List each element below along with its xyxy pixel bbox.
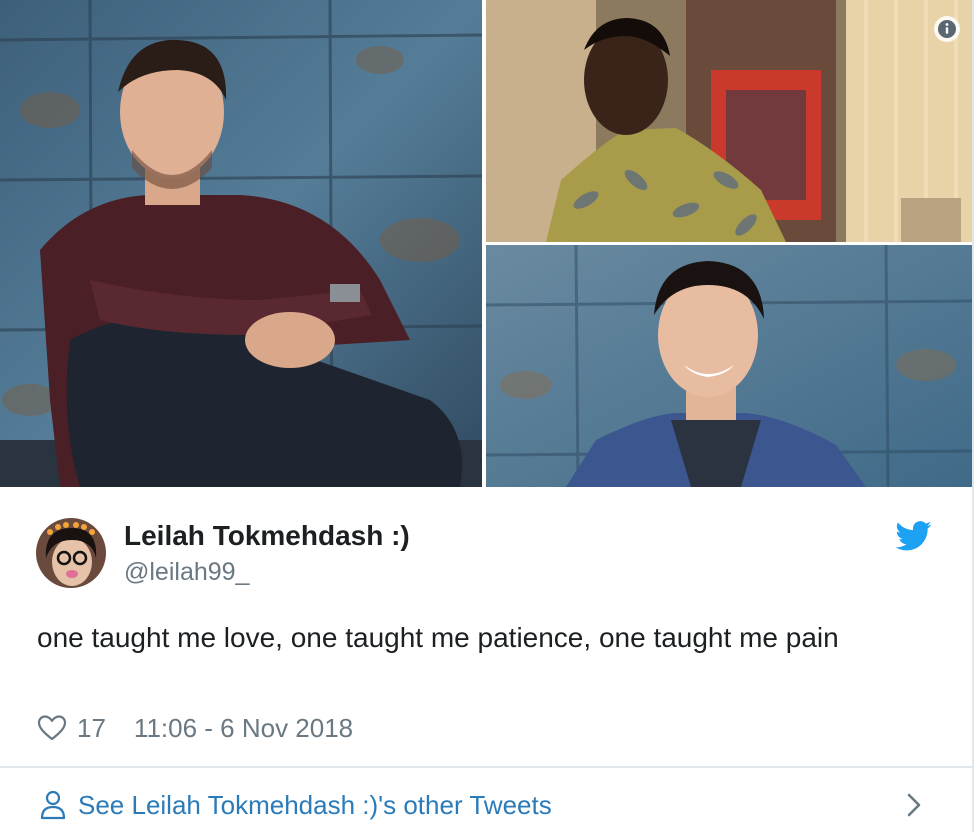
see-other-tweets-label[interactable]: See Leilah Tokmehdash :)'s other Tweets — [78, 790, 552, 821]
chevron-right-icon[interactable] — [904, 792, 924, 818]
tweet-meta: 17 11:06 - 6 Nov 2018 — [37, 708, 353, 748]
media-photo-2[interactable] — [486, 0, 972, 242]
like-count[interactable]: 17 — [77, 713, 106, 744]
media-photo-3[interactable] — [486, 245, 972, 487]
timestamp[interactable]: 11:06 - 6 Nov 2018 — [134, 713, 353, 744]
author-name[interactable]: Leilah Tokmehdash :) — [124, 520, 410, 552]
see-other-tweets-link[interactable]: See Leilah Tokmehdash :)'s other Tweets — [0, 768, 972, 832]
tweet-media-grid — [0, 0, 972, 488]
author-handle[interactable]: @leilah99_ — [124, 558, 249, 587]
tweet-text: one taught me love, one taught me patien… — [37, 622, 839, 653]
twitter-bird-icon[interactable] — [896, 521, 932, 551]
embedded-tweet-card: Leilah Tokmehdash :) @leilah99_ one taug… — [0, 0, 974, 832]
media-photo-1[interactable] — [0, 0, 482, 487]
person-icon — [40, 790, 66, 820]
info-icon[interactable] — [934, 16, 960, 42]
avatar[interactable] — [36, 518, 106, 588]
heart-icon[interactable] — [37, 714, 67, 742]
